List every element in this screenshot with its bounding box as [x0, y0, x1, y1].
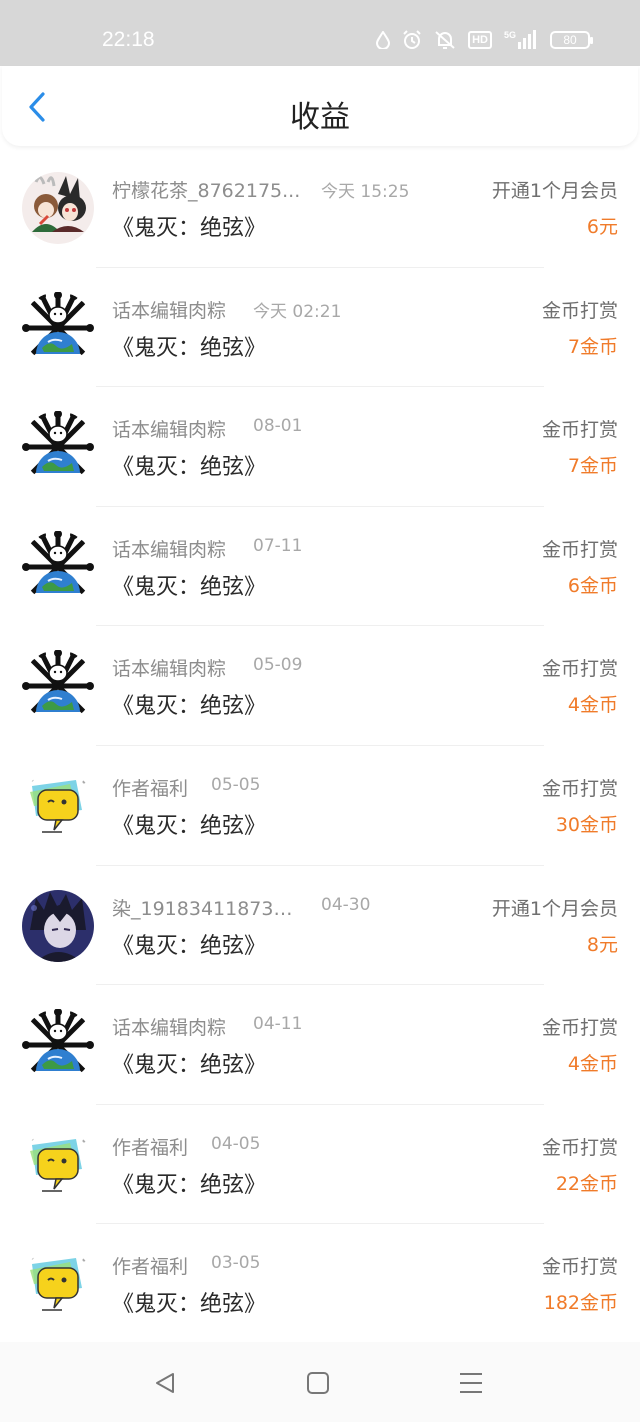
status-bar: 22:18 HD 5G 80 — [0, 0, 640, 66]
income-row[interactable]: 话本编辑肉粽 05-09 《鬼灭：绝弦》 金币打赏 4金币 — [0, 626, 640, 746]
income-row[interactable]: 作者福利 05-05 《鬼灭：绝弦》 金币打赏 30金币 — [0, 746, 640, 866]
income-type: 开通1个月会员 — [491, 180, 618, 202]
income-type: 金币打赏 — [541, 1017, 618, 1040]
user-name[interactable]: 话本编辑肉粽 — [112, 1013, 226, 1040]
record-time: 今天 15:25 — [321, 182, 410, 202]
income-amount: 8元 — [586, 933, 618, 956]
income-amount: 30金币 — [555, 813, 618, 836]
income-type: 金币打赏 — [541, 658, 618, 681]
record-time: 05-05 — [211, 774, 261, 795]
income-amount: 4金币 — [567, 694, 618, 717]
income-row[interactable]: 话本编辑肉粽 08-01 《鬼灭：绝弦》 金币打赏 7金币 — [0, 387, 640, 507]
income-amount: 7金币 — [567, 455, 618, 478]
avatar[interactable] — [22, 890, 94, 962]
square-home-icon — [307, 1372, 329, 1394]
nav-back-button[interactable] — [150, 1368, 180, 1398]
user-name[interactable]: 话本编辑肉粽 — [112, 415, 226, 442]
income-row[interactable]: 作者福利 04-05 《鬼灭：绝弦》 金币打赏 22金币 — [0, 1105, 640, 1225]
user-name[interactable]: 作者福利 — [112, 774, 188, 801]
record-time: 08-01 — [253, 416, 303, 437]
user-name[interactable]: 染_191834118731... — [112, 894, 302, 921]
battery-icon: 80 — [550, 31, 593, 49]
income-list: 柠檬花茶_8762175... 今天 15:25 《鬼灭：绝弦》 开通1个月会员 6元话… — [0, 148, 640, 1344]
svg-text:5G: 5G — [504, 30, 516, 40]
book-title: 《鬼灭：绝弦》 — [112, 1292, 267, 1318]
avatar[interactable] — [22, 1248, 94, 1320]
avatar[interactable] — [22, 411, 94, 483]
record-time: 04-11 — [253, 1014, 303, 1035]
income-type: 金币打赏 — [541, 299, 618, 322]
record-time: 04-30 — [321, 894, 371, 915]
avatar[interactable] — [22, 770, 94, 842]
book-title: 《鬼灭：绝弦》 — [112, 1172, 267, 1198]
income-row[interactable]: 话本编辑肉粽 04-11 《鬼灭：绝弦》 金币打赏 4金币 — [0, 985, 640, 1105]
income-row[interactable]: 话本编辑肉粽 今天 02:21 《鬼灭：绝弦》 金币打赏 7金币 — [0, 268, 640, 388]
income-type: 金币打赏 — [541, 419, 618, 442]
record-time: 今天 02:21 — [253, 301, 342, 322]
income-amount: 6元 — [586, 216, 618, 238]
book-title: 《鬼灭：绝弦》 — [112, 455, 267, 481]
signal-5g-icon: 5G — [504, 30, 536, 49]
income-row[interactable]: 话本编辑肉粽 07-11 《鬼灭：绝弦》 金币打赏 6金币 — [0, 507, 640, 627]
user-name[interactable]: 作者福利 — [112, 1252, 188, 1279]
book-title: 《鬼灭：绝弦》 — [112, 335, 267, 361]
income-row[interactable]: 染_191834118731... 04-30 《鬼灭：绝弦》 开通1个月会员 8元 — [0, 866, 640, 986]
income-type: 金币打赏 — [541, 1256, 618, 1279]
avatar[interactable] — [22, 650, 94, 722]
income-amount: 6金币 — [567, 574, 618, 597]
record-time: 04-05 — [211, 1133, 261, 1154]
book-title: 《鬼灭：绝弦》 — [112, 216, 267, 241]
three-lines-menu-icon — [460, 1373, 482, 1393]
status-time: 22:18 — [102, 28, 155, 51]
triangle-back-icon — [156, 1373, 174, 1393]
mute-bell-icon — [435, 31, 455, 49]
book-title: 《鬼灭：绝弦》 — [112, 574, 267, 600]
user-name[interactable]: 话本编辑肉粽 — [112, 654, 226, 681]
nav-menu-button[interactable] — [456, 1368, 486, 1398]
record-time: 07-11 — [253, 535, 303, 556]
user-name[interactable]: 作者福利 — [112, 1133, 188, 1160]
income-amount: 4金币 — [567, 1053, 618, 1076]
income-row[interactable]: 作者福利 03-05 《鬼灭：绝弦》 金币打赏 182金币 — [0, 1224, 640, 1344]
avatar[interactable] — [22, 531, 94, 603]
book-title: 《鬼灭：绝弦》 — [112, 933, 267, 959]
record-time: 05-09 — [253, 655, 303, 676]
income-amount: 22金币 — [555, 1172, 618, 1195]
status-icons: HD 5G 80 — [376, 30, 593, 50]
income-row[interactable]: 柠檬花茶_8762175... 今天 15:25 《鬼灭：绝弦》 开通1个月会员 6元 — [0, 148, 640, 268]
avatar[interactable] — [22, 292, 94, 364]
avatar[interactable] — [22, 172, 94, 244]
income-amount: 7金币 — [567, 335, 618, 358]
alarm-icon — [403, 30, 421, 49]
book-title: 《鬼灭：绝弦》 — [112, 813, 267, 839]
user-name[interactable]: 柠檬花茶_8762175... — [112, 176, 300, 203]
user-name[interactable]: 话本编辑肉粽 — [112, 535, 226, 562]
income-type: 金币打赏 — [541, 1136, 618, 1159]
water-drop-icon — [376, 31, 391, 49]
book-title: 《鬼灭：绝弦》 — [112, 1053, 267, 1079]
user-name[interactable]: 话本编辑肉粽 — [112, 296, 226, 323]
income-type: 金币打赏 — [541, 777, 618, 800]
avatar[interactable] — [22, 1009, 94, 1081]
hd-badge: HD — [468, 31, 492, 49]
income-amount: 182金币 — [543, 1292, 618, 1315]
income-type: 金币打赏 — [541, 538, 618, 561]
book-title: 《鬼灭：绝弦》 — [112, 694, 267, 720]
record-time: 03-05 — [211, 1253, 261, 1274]
avatar[interactable] — [22, 1129, 94, 1201]
system-nav-bar — [0, 1342, 640, 1422]
nav-home-button[interactable] — [303, 1368, 333, 1398]
header: 收益 — [2, 66, 638, 146]
income-type: 开通1个月会员 — [491, 897, 618, 920]
page-title: 收益 — [290, 100, 350, 135]
